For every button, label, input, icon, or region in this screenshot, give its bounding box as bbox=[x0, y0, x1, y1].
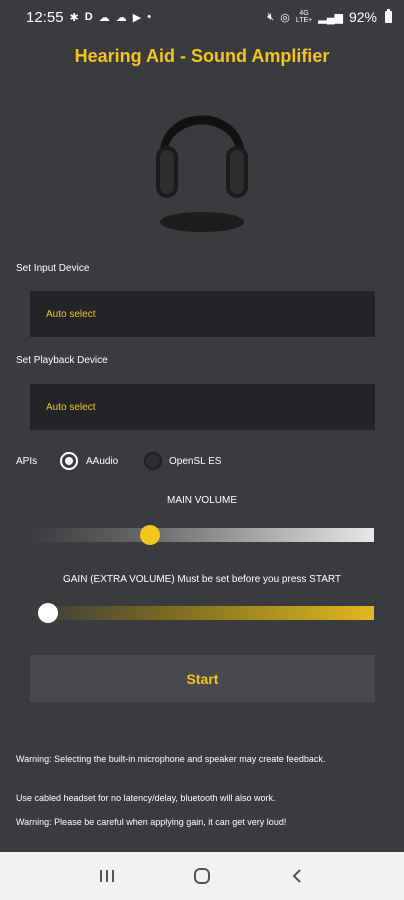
start-button[interactable]: Start bbox=[30, 655, 375, 702]
back-icon[interactable] bbox=[277, 861, 317, 891]
status-left: 12:55 ✱ D ☁ ☁ ▶ • bbox=[26, 9, 151, 26]
playback-device-label: Set Playback Device bbox=[16, 355, 108, 366]
radio-opensl[interactable] bbox=[144, 452, 162, 470]
dot-icon: • bbox=[147, 11, 152, 23]
warning-feedback-text: Warning: Selecting the built-in micropho… bbox=[16, 754, 326, 764]
gain-label: GAIN (EXTRA VOLUME) Must be set before y… bbox=[62, 574, 342, 585]
network-type-bottom: LTE+ bbox=[295, 17, 313, 24]
warning-gain-text: Warning: Please be careful when applying… bbox=[16, 817, 287, 827]
mute-icon: 🔇︎ bbox=[267, 10, 275, 23]
input-device-label: Set Input Device bbox=[16, 263, 90, 274]
home-icon[interactable] bbox=[182, 861, 222, 891]
recent-apps-icon[interactable] bbox=[87, 861, 127, 891]
hotspot-icon: ◎ bbox=[280, 11, 290, 24]
battery-percent: 92% bbox=[348, 9, 377, 25]
apis-label: APIs bbox=[16, 456, 38, 467]
cloud-icon: ☁ bbox=[98, 11, 110, 24]
apis-row: APIs AAudio OpenSL ES bbox=[16, 450, 376, 474]
gain-thumb[interactable] bbox=[38, 603, 58, 623]
radio-opensl-label[interactable]: OpenSL ES bbox=[169, 456, 221, 467]
gain-slider[interactable] bbox=[30, 606, 374, 620]
4g-lte-icon: 4G LTE+ bbox=[296, 10, 312, 24]
status-right: 🔇︎ ◎ 4G LTE+ ▂▄▆ 92% bbox=[267, 9, 392, 25]
main-volume-slider[interactable] bbox=[30, 528, 374, 542]
battery-icon bbox=[385, 9, 392, 23]
radio-aaudio-label[interactable]: AAudio bbox=[86, 456, 118, 467]
main-volume-label: MAIN VOLUME bbox=[166, 495, 237, 506]
input-device-select[interactable]: Auto select bbox=[30, 291, 375, 337]
d-app-icon: D bbox=[84, 11, 93, 23]
headset-tip-text: Use cabled headset for no latency/delay,… bbox=[16, 793, 276, 803]
signal-icon: ▂▄▆ bbox=[318, 11, 343, 24]
settings-gear-icon: ✱ bbox=[69, 11, 79, 24]
main-volume-thumb[interactable] bbox=[139, 525, 160, 545]
play-icon: ▶ bbox=[132, 11, 142, 24]
radio-aaudio[interactable] bbox=[60, 452, 78, 470]
playback-device-value: Auto select bbox=[46, 401, 96, 413]
app-title: Hearing Aid - Sound Amplifier bbox=[74, 46, 330, 66]
status-time: 12:55 bbox=[26, 8, 64, 26]
network-type-top: 4G bbox=[299, 10, 309, 17]
input-device-value: Auto select bbox=[46, 308, 96, 320]
playback-device-select[interactable]: Auto select bbox=[30, 384, 375, 430]
status-bar: 12:55 ✱ D ☁ ☁ ▶ • 🔇︎ ◎ 4G LTE+ ▂▄▆ 92% bbox=[0, 0, 404, 34]
cloud-icon: ☁ bbox=[115, 11, 127, 24]
headphones-image bbox=[156, 115, 248, 232]
navigation-bar bbox=[0, 852, 404, 900]
